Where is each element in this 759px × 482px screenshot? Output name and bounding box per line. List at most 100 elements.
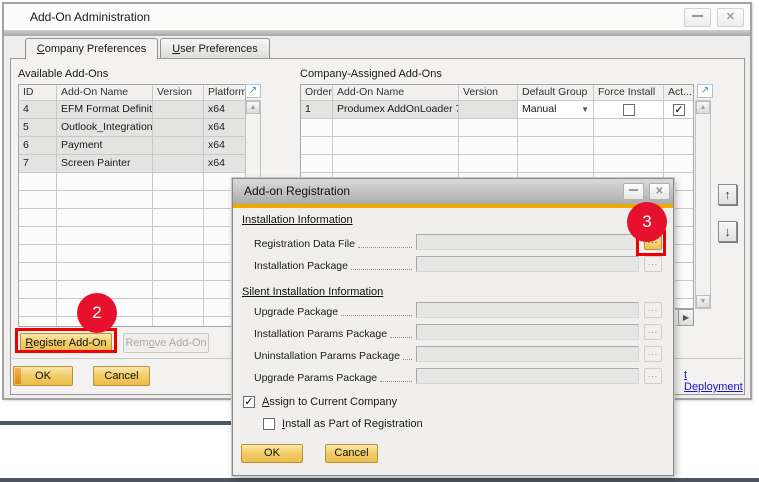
table-cell[interactable] [57, 209, 153, 227]
column-header[interactable]: Force Install [594, 85, 664, 101]
table-cell[interactable]: 7 [19, 155, 57, 173]
tab-user-preferences[interactable]: User Preferences [160, 38, 270, 59]
table-cell[interactable] [333, 137, 459, 155]
table-cell[interactable] [153, 191, 204, 209]
browse-installation-package-button[interactable]: ... [644, 256, 662, 272]
table-cell[interactable]: ✓ [664, 101, 694, 119]
empty-row[interactable] [19, 227, 245, 245]
uninstallation-params-package-input[interactable] [416, 346, 639, 362]
default-group-dropdown[interactable]: Manual▼ [518, 101, 594, 119]
cancel-button[interactable]: Cancel [93, 366, 150, 386]
column-header[interactable]: Version [153, 85, 204, 101]
table-cell[interactable] [518, 137, 594, 155]
table-row[interactable]: 5Outlook_Integrationx64 [19, 119, 245, 137]
table-cell[interactable] [459, 119, 518, 137]
deployment-link[interactable]: t Deployment [684, 369, 744, 393]
table-cell[interactable] [19, 191, 57, 209]
table-cell[interactable]: x64 [204, 137, 246, 155]
table-cell[interactable] [518, 119, 594, 137]
window-titlebar[interactable]: Add-On Administration [4, 4, 750, 30]
table-row[interactable]: 1Produmex AddOnLoader 7Manual▼✓ [301, 101, 693, 119]
table-cell[interactable] [153, 227, 204, 245]
link-arrow-icon[interactable]: ↗ [697, 84, 713, 98]
table-cell[interactable] [594, 101, 664, 119]
table-cell[interactable] [57, 173, 153, 191]
table-cell[interactable]: Outlook_Integration [57, 119, 153, 137]
scroll-up-icon[interactable]: ▲ [246, 101, 260, 114]
empty-row[interactable] [19, 245, 245, 263]
dialog-cancel-button[interactable]: Cancel [325, 444, 378, 463]
table-cell[interactable] [57, 263, 153, 281]
table-cell[interactable] [459, 137, 518, 155]
table-cell[interactable] [19, 209, 57, 227]
install-as-part-checkbox[interactable]: Install as Part of Registration [263, 418, 423, 430]
table-cell[interactable] [153, 119, 204, 137]
empty-row[interactable] [19, 299, 245, 317]
close-button[interactable]: ✕ [649, 183, 670, 200]
table-cell[interactable] [57, 227, 153, 245]
scroll-right-icon[interactable]: ▶ [678, 309, 694, 326]
table-cell[interactable] [333, 155, 459, 173]
table-cell[interactable] [301, 137, 333, 155]
browse-uninstallation-params-button[interactable]: ... [644, 346, 662, 362]
table-cell[interactable]: 5 [19, 119, 57, 137]
table-cell[interactable]: 4 [19, 101, 57, 119]
upgrade-package-input[interactable] [416, 302, 639, 318]
empty-row[interactable] [19, 209, 245, 227]
empty-row[interactable] [19, 263, 245, 281]
table-cell[interactable] [19, 299, 57, 317]
scroll-down-icon[interactable]: ▼ [696, 295, 710, 308]
column-header[interactable]: Platform [204, 85, 246, 101]
remove-addon-button[interactable]: Remove Add-On [123, 333, 209, 353]
checkbox-checked-icon[interactable]: ✓ [673, 104, 685, 116]
column-header[interactable]: Add-On Name [333, 85, 459, 101]
table-cell[interactable] [153, 173, 204, 191]
installation-package-input[interactable] [416, 256, 639, 272]
tab-company-preferences[interactable]: Company Preferences [25, 38, 158, 59]
assign-to-current-company-checkbox[interactable]: ✓ Assign to Current Company [243, 396, 397, 408]
checkbox-unchecked-icon[interactable] [263, 418, 275, 430]
checkbox-checked-icon[interactable]: ✓ [243, 396, 255, 408]
empty-row[interactable] [19, 173, 245, 191]
table-cell[interactable]: 1 [301, 101, 333, 119]
table-cell[interactable] [664, 119, 694, 137]
table-cell[interactable]: x64 [204, 101, 246, 119]
table-cell[interactable] [57, 245, 153, 263]
table-cell[interactable] [153, 209, 204, 227]
table-row[interactable]: 7Screen Painterx64 [19, 155, 245, 173]
table-cell[interactable] [664, 137, 694, 155]
empty-row[interactable] [301, 155, 693, 173]
table-cell[interactable] [301, 155, 333, 173]
checkbox-unchecked-icon[interactable] [623, 104, 635, 116]
table-cell[interactable] [153, 317, 204, 327]
dialog-titlebar[interactable]: Add-on Registration [233, 179, 673, 204]
minimize-button[interactable] [684, 8, 711, 27]
empty-row[interactable] [19, 191, 245, 209]
table-cell[interactable] [19, 317, 57, 327]
table-cell[interactable] [664, 155, 694, 173]
column-header[interactable]: Default Group [518, 85, 594, 101]
browse-upgrade-params-button[interactable]: ... [644, 368, 662, 384]
table-row[interactable]: 4EFM Format Definitionx64 [19, 101, 245, 119]
table-cell[interactable] [153, 245, 204, 263]
table-cell[interactable] [153, 299, 204, 317]
registration-data-file-input[interactable] [416, 234, 639, 250]
column-header[interactable]: Act... [664, 85, 694, 101]
table-cell[interactable] [594, 119, 664, 137]
minimize-button[interactable] [623, 183, 644, 200]
column-header[interactable]: ID [19, 85, 57, 101]
move-row-up-button[interactable]: ↑ [718, 184, 737, 205]
table-cell[interactable] [459, 155, 518, 173]
table-cell[interactable] [19, 227, 57, 245]
move-row-down-button[interactable]: ↓ [718, 221, 737, 242]
table-cell[interactable] [594, 155, 664, 173]
table-cell[interactable] [518, 155, 594, 173]
table-cell[interactable] [19, 263, 57, 281]
table-cell[interactable]: 6 [19, 137, 57, 155]
table-cell[interactable] [57, 191, 153, 209]
ok-button[interactable]: OK [13, 366, 73, 386]
available-addons-table[interactable]: IDAdd-On NameVersionPlatform4EFM Format … [18, 84, 246, 327]
assigned-scrollbar[interactable]: ▲ ▼ [695, 100, 711, 309]
table-cell[interactable] [153, 137, 204, 155]
table-row[interactable]: 6Paymentx64 [19, 137, 245, 155]
